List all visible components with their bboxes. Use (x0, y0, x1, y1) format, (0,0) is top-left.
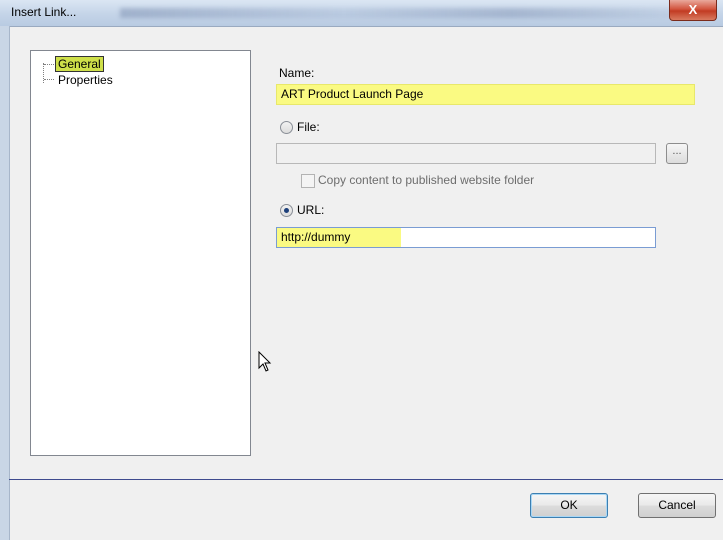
file-label[interactable]: File: (297, 120, 320, 134)
url-label[interactable]: URL: (297, 203, 324, 217)
footer-separator (9, 479, 723, 480)
url-input[interactable]: http://dummy (276, 227, 656, 248)
title-bar-blur (120, 8, 680, 18)
browse-button[interactable]: ... (666, 143, 688, 164)
tree-connector-general (44, 64, 54, 65)
name-input[interactable]: ART Product Launch Page (276, 84, 695, 105)
url-value: http://dummy (277, 228, 401, 247)
name-label: Name: (279, 66, 315, 80)
copy-content-checkbox[interactable] (301, 174, 315, 188)
ok-button[interactable]: OK (530, 493, 608, 518)
file-radio[interactable] (280, 121, 293, 134)
navigation-tree: General Properties (30, 50, 251, 456)
cancel-button[interactable]: Cancel (638, 493, 716, 518)
file-input[interactable] (276, 143, 656, 164)
copy-content-label[interactable]: Copy content to published website folder (318, 173, 534, 187)
window-title: Insert Link... (11, 5, 77, 19)
close-button[interactable]: X (669, 0, 717, 21)
tree-item-properties[interactable]: Properties (58, 73, 113, 87)
title-bar: Insert Link... X (0, 0, 723, 27)
mouse-cursor-icon (258, 351, 272, 372)
window-left-edge (0, 26, 10, 540)
tree-item-general[interactable]: General (55, 56, 104, 72)
url-radio[interactable] (280, 204, 293, 217)
tree-connector-properties (44, 79, 54, 80)
